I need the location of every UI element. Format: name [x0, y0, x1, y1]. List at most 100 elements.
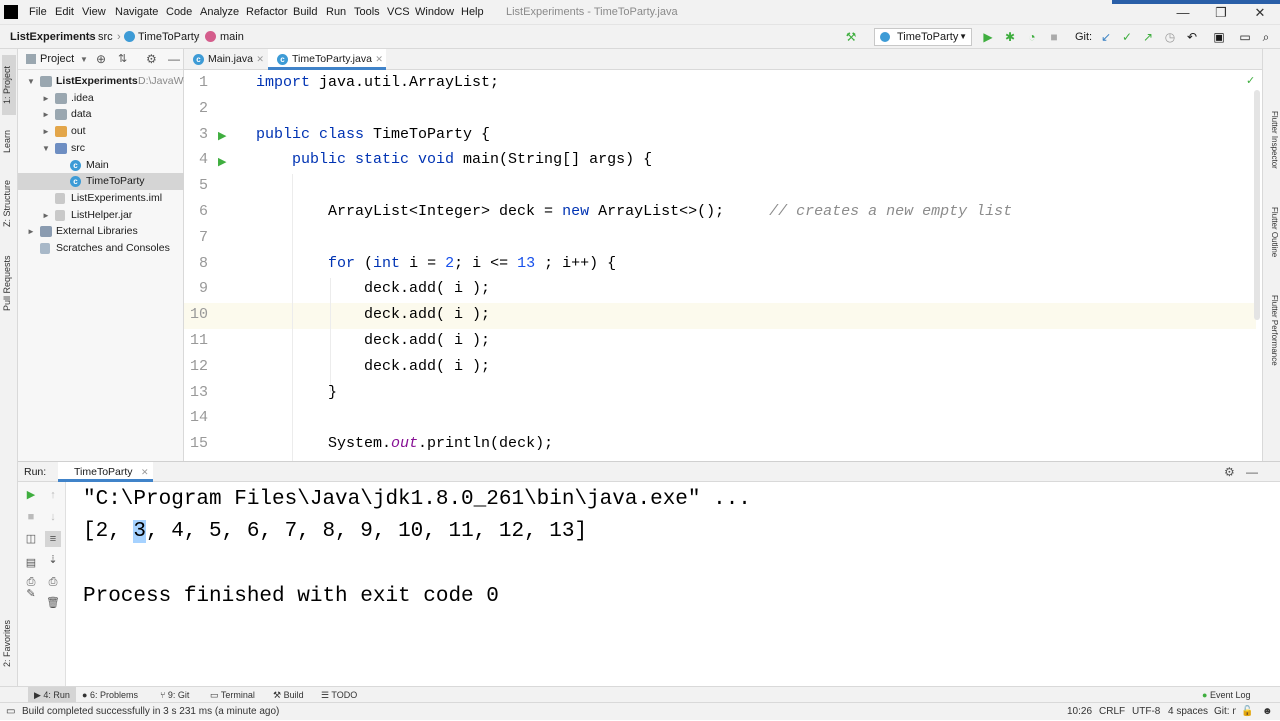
- breadcrumb-project[interactable]: ListExperiments: [10, 25, 96, 49]
- collapse-icon[interactable]: ⇅: [118, 49, 127, 70]
- layout-icon[interactable]: ▭: [1237, 29, 1253, 45]
- code-line[interactable]: deck.add( i );: [256, 305, 490, 325]
- menu-navigate[interactable]: Navigate: [115, 0, 158, 25]
- tab-build[interactable]: ⚒ Build: [273, 687, 304, 703]
- menu-analyze[interactable]: Analyze: [200, 0, 239, 25]
- project-structure-icon[interactable]: ▣: [1211, 29, 1227, 45]
- chevron-down-icon[interactable]: ▼: [41, 140, 51, 157]
- file-encoding[interactable]: UTF-8: [1132, 703, 1160, 721]
- code-line[interactable]: deck.add( i );: [256, 331, 490, 351]
- menu-refactor[interactable]: Refactor: [246, 0, 288, 25]
- menu-vcs[interactable]: VCS: [387, 0, 410, 25]
- tree-item[interactable]: ► data: [18, 106, 184, 123]
- tree-item[interactable]: ► .idea: [18, 90, 184, 107]
- print-console-icon[interactable]: ⎙: [45, 574, 61, 590]
- tab-learn[interactable]: Learn: [2, 121, 16, 161]
- tab-problems[interactable]: ● 6: Problems: [82, 687, 138, 703]
- hide-icon[interactable]: —: [1246, 462, 1258, 482]
- search-icon[interactable]: ⌕: [1258, 29, 1274, 45]
- tree-item[interactable]: ► out: [18, 123, 184, 140]
- menu-help[interactable]: Help: [461, 0, 484, 25]
- menu-code[interactable]: Code: [166, 0, 192, 25]
- menu-run[interactable]: Run: [326, 0, 346, 25]
- scroll-to-end-icon[interactable]: ⇣: [45, 552, 61, 568]
- tab-main-java[interactable]: c Main.java ✕: [184, 49, 267, 70]
- hide-icon[interactable]: —: [168, 49, 180, 70]
- status-message[interactable]: Build completed successfully in 3 s 231 …: [22, 703, 279, 721]
- menu-build[interactable]: Build: [293, 0, 317, 25]
- code-line[interactable]: }: [256, 383, 337, 403]
- tab-favorites[interactable]: 2: Favorites: [2, 611, 16, 675]
- chevron-right-icon[interactable]: ►: [41, 207, 51, 224]
- menu-view[interactable]: View: [82, 0, 106, 25]
- tab-git[interactable]: ⑂ 9: Git: [160, 687, 189, 703]
- down-arrow-icon[interactable]: ↓: [45, 509, 61, 525]
- project-panel-title[interactable]: Project: [40, 53, 74, 65]
- code-line[interactable]: public class TimeToParty {: [256, 125, 490, 145]
- tab-run[interactable]: ▶ 4: Run: [28, 687, 76, 703]
- tab-structure[interactable]: Z: Structure: [2, 173, 16, 233]
- chevron-down-icon[interactable]: ▼: [80, 49, 88, 70]
- gear-icon[interactable]: ⚙: [1224, 462, 1235, 482]
- clear-all-icon[interactable]: 🗑: [45, 595, 61, 611]
- caret-position[interactable]: 10:26: [1067, 703, 1092, 721]
- tree-item[interactable]: ► ListHelper.jar: [18, 207, 184, 224]
- tree-item[interactable]: ListExperiments.iml: [18, 190, 184, 207]
- tab-timetoparty-java[interactable]: c TimeToParty.java ✕: [268, 49, 386, 70]
- coverage-icon[interactable]: ◔: [1024, 29, 1040, 45]
- indent-setting[interactable]: 4 spaces: [1168, 703, 1208, 721]
- chevron-right-icon[interactable]: ►: [41, 123, 51, 140]
- run-tab[interactable]: TimeToParty ✕: [58, 462, 153, 482]
- tab-flutter-outline[interactable]: Flutter Outline: [1265, 207, 1279, 281]
- chevron-right-icon[interactable]: ►: [26, 223, 36, 240]
- code-line[interactable]: public static void main(String[] args) {: [256, 150, 652, 170]
- up-arrow-icon[interactable]: ↑: [45, 487, 61, 503]
- close-icon[interactable]: ✕: [141, 462, 149, 482]
- hammer-icon[interactable]: ⚒: [843, 29, 859, 45]
- stop-icon[interactable]: ■: [23, 509, 39, 525]
- git-push-icon[interactable]: ↗: [1140, 29, 1156, 45]
- close-icon[interactable]: ✕: [375, 49, 383, 70]
- git-update-icon[interactable]: ↙: [1098, 29, 1114, 45]
- run-configuration-select[interactable]: TimeToParty ▼: [874, 28, 972, 46]
- console-output[interactable]: "C:\Program Files\Java\jdk1.8.0_261\bin\…: [66, 482, 1280, 686]
- tree-item[interactable]: Scratches and Consoles: [18, 240, 184, 257]
- run-icon[interactable]: ▶: [980, 29, 996, 45]
- history-icon[interactable]: ◷: [1162, 29, 1178, 45]
- soft-wrap-icon[interactable]: ≡: [45, 531, 61, 547]
- vcs-branch-icon[interactable]: Git: master: [1214, 703, 1236, 721]
- code-editor[interactable]: import java.util.ArrayList; public class …: [256, 70, 1256, 461]
- code-line[interactable]: for (int i = 2; i <= 13 ; i++) {: [256, 254, 616, 274]
- line-separator[interactable]: CRLF: [1099, 703, 1125, 721]
- maximize-button[interactable]: ❐: [1202, 0, 1240, 25]
- git-commit-icon[interactable]: ✓: [1119, 29, 1135, 45]
- breadcrumb-method[interactable]: main: [220, 25, 244, 49]
- pin-icon[interactable]: ✎: [23, 586, 39, 602]
- close-button[interactable]: ✕: [1241, 0, 1279, 25]
- locate-icon[interactable]: ⊕: [96, 49, 106, 70]
- tree-item[interactable]: ▼ src: [18, 140, 184, 157]
- tab-flutter-inspector[interactable]: Flutter Inspector: [1265, 111, 1279, 193]
- tab-todo[interactable]: ☰ TODO: [321, 687, 357, 703]
- menu-edit[interactable]: Edit: [55, 0, 74, 25]
- notifications-icon[interactable]: ☻: [1262, 703, 1273, 721]
- minimize-button[interactable]: —: [1164, 0, 1202, 25]
- tab-pull-requests[interactable]: Pull Requests: [2, 245, 16, 321]
- tree-item[interactable]: c Main: [18, 157, 184, 174]
- tree-item[interactable]: c TimeToParty: [18, 173, 184, 191]
- stop-icon[interactable]: ■: [1046, 29, 1062, 45]
- chevron-down-icon[interactable]: ▼: [26, 73, 36, 90]
- menu-tools[interactable]: Tools: [354, 0, 380, 25]
- code-line[interactable]: import java.util.ArrayList;: [256, 73, 499, 93]
- code-line[interactable]: deck.add( i );: [256, 357, 490, 377]
- debug-icon[interactable]: ✱: [1002, 29, 1018, 45]
- editor-gutter[interactable]: 1 2 3 4 5 6 7 8 9 10 11 12 13 14 15 ▶ ▶: [184, 70, 256, 461]
- editor-scrollbar[interactable]: [1254, 90, 1260, 320]
- gear-icon[interactable]: ⚙: [146, 49, 157, 70]
- event-log-button[interactable]: ● Event Log: [1202, 687, 1250, 703]
- code-line[interactable]: System.out.println(deck);: [256, 434, 553, 454]
- rollback-icon[interactable]: ↶: [1184, 29, 1200, 45]
- menu-file[interactable]: File: [29, 0, 47, 25]
- restore-layout-icon[interactable]: ◫: [23, 531, 39, 547]
- breadcrumb-class[interactable]: TimeToParty: [138, 25, 199, 49]
